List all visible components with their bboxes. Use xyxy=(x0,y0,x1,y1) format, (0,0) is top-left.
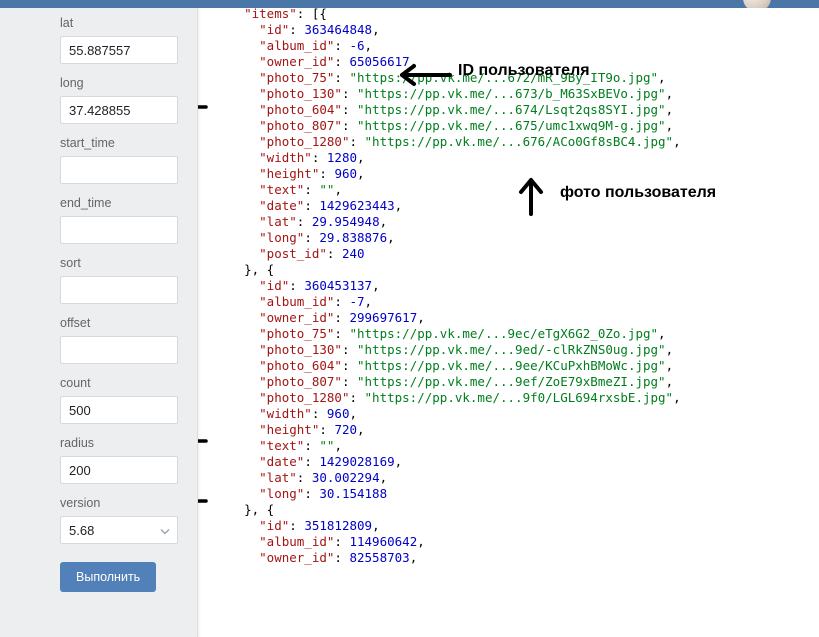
field-lat: lat xyxy=(60,16,183,64)
field-start-time: start_time xyxy=(60,136,183,184)
params-sidebar: lat long start_time end_time sort offset… xyxy=(0,8,198,637)
input-radius[interactable] xyxy=(60,456,178,484)
label-long: long xyxy=(60,76,183,90)
label-version: version xyxy=(60,496,183,510)
field-sort: sort xyxy=(60,256,183,304)
field-offset: offset xyxy=(60,316,183,364)
label-end-time: end_time xyxy=(60,196,183,210)
input-lat[interactable] xyxy=(60,36,178,64)
input-end-time[interactable] xyxy=(60,216,178,244)
field-end-time: end_time xyxy=(60,196,183,244)
label-lat: lat xyxy=(60,16,183,30)
label-start-time: start_time xyxy=(60,136,183,150)
field-version: version xyxy=(60,496,183,544)
response-json[interactable]: "items": [{ "id": 363464848, "album_id":… xyxy=(206,8,819,570)
input-start-time[interactable] xyxy=(60,156,178,184)
input-sort[interactable] xyxy=(60,276,178,304)
field-radius: radius xyxy=(60,436,183,484)
label-count: count xyxy=(60,376,183,390)
response-pane: "items": [{ "id": 363464848, "album_id":… xyxy=(198,8,819,637)
run-button[interactable]: Выполнить xyxy=(60,562,156,592)
label-offset: offset xyxy=(60,316,183,330)
page: lat long start_time end_time sort offset… xyxy=(0,8,819,637)
input-offset[interactable] xyxy=(60,336,178,364)
input-count[interactable] xyxy=(60,396,178,424)
select-version[interactable] xyxy=(60,516,178,544)
input-long[interactable] xyxy=(60,96,178,124)
field-long: long xyxy=(60,76,183,124)
label-radius: radius xyxy=(60,436,183,450)
label-sort: sort xyxy=(60,256,183,270)
app-topbar xyxy=(0,0,819,8)
field-count: count xyxy=(60,376,183,424)
